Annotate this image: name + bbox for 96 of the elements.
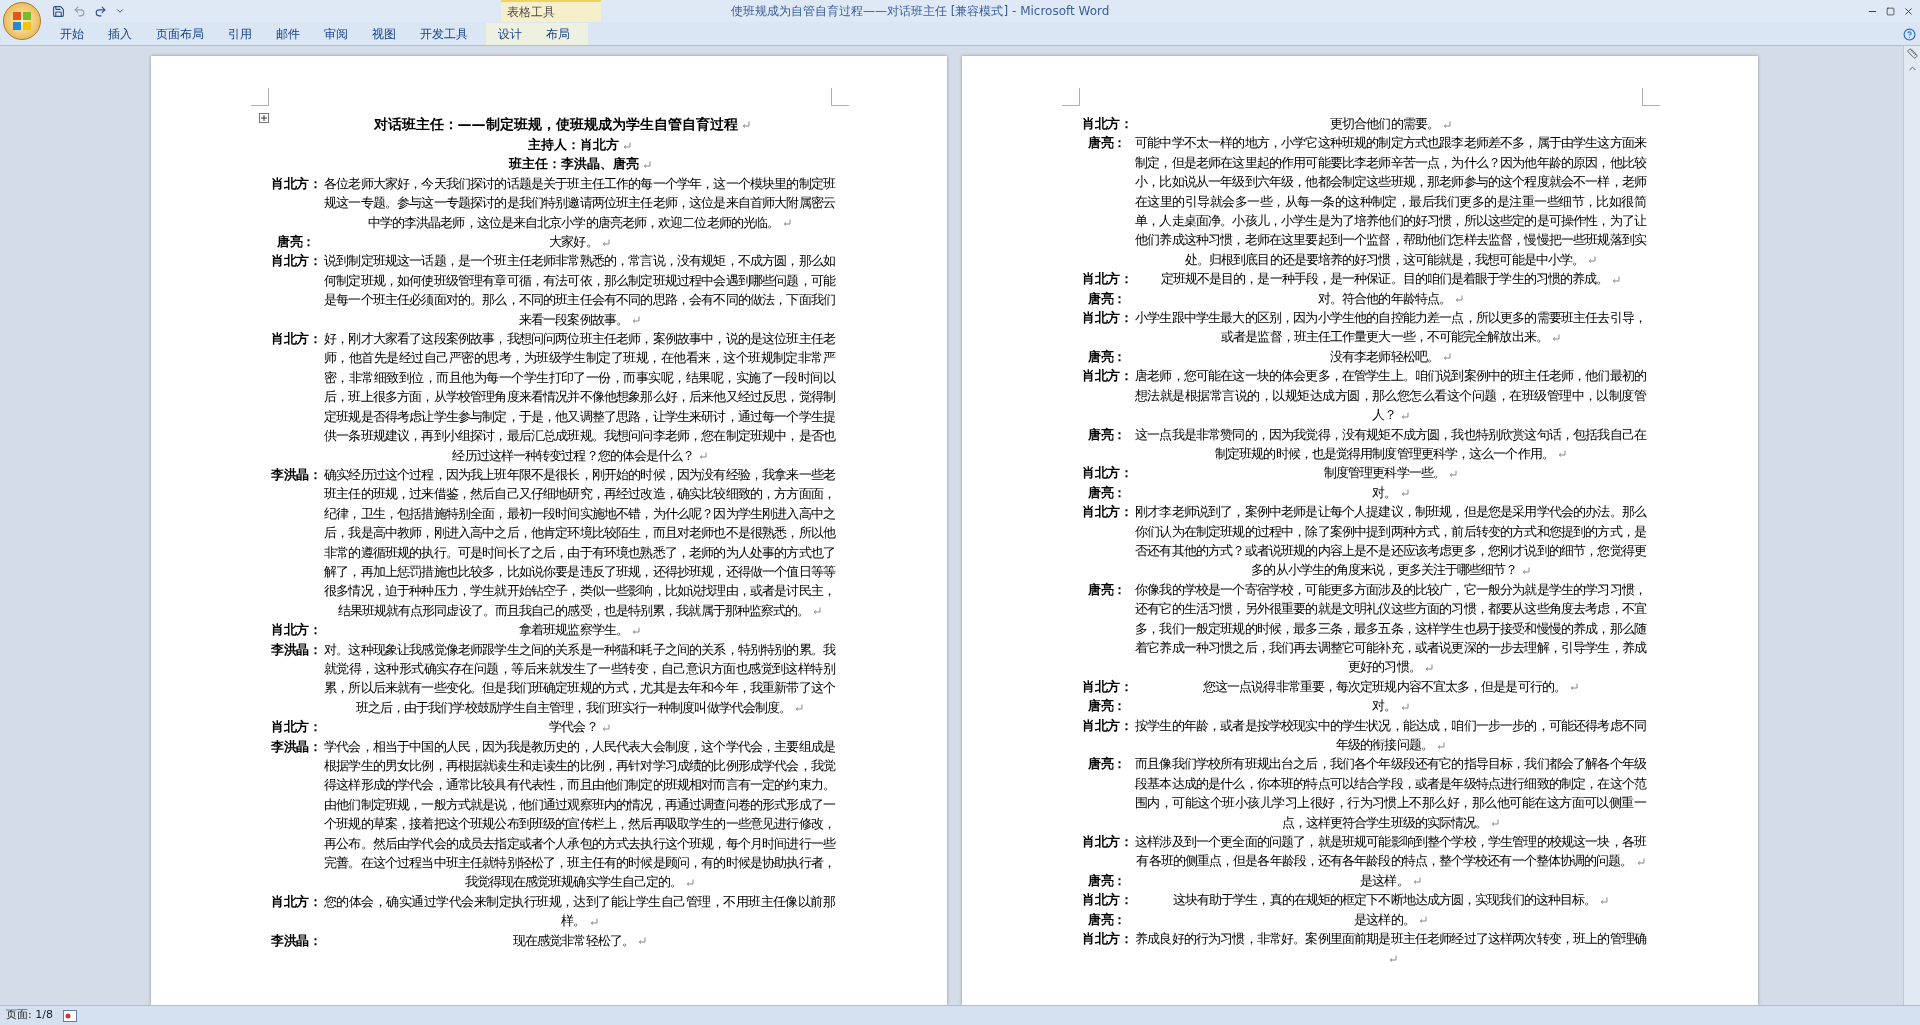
office-logo-icon: [12, 11, 32, 31]
redo-icon[interactable]: [94, 4, 107, 18]
dialogue-text: 您的体会，确实通过学代会来制定执行班规，达到了能让学生自己管理，不用班主任像以前那样。: [324, 892, 835, 931]
speaker-label: 唐亮：: [1087, 483, 1127, 502]
speaker-label: 李洪晶：: [270, 931, 322, 950]
vertical-scrollbar[interactable]: [1903, 46, 1920, 1005]
ribbon-tab[interactable]: 开发工具: [408, 23, 480, 45]
ribbon-tab[interactable]: 开始: [48, 23, 96, 45]
speaker-label: 唐亮：: [1087, 425, 1127, 444]
save-icon[interactable]: [52, 4, 65, 18]
speaker-label: 唐亮：: [1087, 871, 1127, 890]
dialogue-text: 是这样的。: [1135, 909, 1646, 930]
speaker-label: 肖北方：: [1081, 677, 1133, 696]
ribbon-tab[interactable]: 设计: [486, 23, 534, 45]
crop-mark: [251, 88, 269, 106]
dialogue-text: 对。这种现象让我感觉像老师跟学生之间的关系是一种猫和耗子之间的关系，特别特别的累。我就觉得，这种形式确实存在问题，等后来就发生了一些转变，自己意识方面也感觉到这样特别累，所以后来就有一些变化。但是我们班确定班规的方式，尤其是去年和今年，我重新带了这个班之后，由于我们学校鼓励学生自主管理，我们班实行一种制度叫做学代会制度。: [324, 640, 835, 717]
help-icon[interactable]: [1903, 28, 1916, 41]
speaker-label: 肖北方：: [1081, 115, 1133, 133]
speaker-label: 肖北方：: [1081, 716, 1133, 735]
macro-record-icon[interactable]: [62, 1009, 77, 1022]
speaker-label: 肖北方：: [1081, 833, 1133, 852]
speaker-label: 李洪晶：: [270, 737, 322, 756]
dialogue-text: 而且像我们学校所有班规出台之后，我们各个年级段还有它的指导目标，我们都会了解各个年级段基本达成的是什么，你本班的特点可以结合学段，或者是年级特点进行细致的制定，在这个范围内，可能这个班小孩儿学习上很好，行为习惯上不那么好，那么他可能在这方面可以侧重一点，这样更符合学生班级的实际情况。: [1135, 755, 1646, 832]
dialogue-text: 你像我的学校是一个寄宿学校，可能更多方面涉及的比较广，它一般分为就是学生的学习习惯，还有它的生活习惯，另外很重要的就是文明礼仪这些方面的习惯，都要从这些角度去考虑，不宜多，我们一般定班规的时候，最多三条，最多五条，这样学生也易于接受和慢慢的养成，那么随着它养成一种习惯之后，我们再去调整它可能补充，或者说更深的一步去理解，引导学生，养成更好的习惯。: [1135, 580, 1646, 677]
dialogue-text: 学代会？: [324, 717, 835, 737]
dialogue-text: 没有李老师轻松吧。: [1135, 346, 1646, 367]
dialogue-text: 对。: [1135, 696, 1646, 716]
close-icon[interactable]: [1903, 5, 1914, 17]
ribbon-tab[interactable]: 审阅: [312, 23, 360, 45]
speaker-label: 肖北方：: [1081, 309, 1133, 328]
document-subtitle: 主持人：肖北方: [324, 135, 835, 155]
speaker-label: 肖北方：: [270, 621, 322, 640]
dialogue-text: 大家好。: [324, 232, 835, 252]
table-move-handle-icon[interactable]: [259, 113, 269, 123]
dialogue-text: 养成良好的行为习惯，非常好。案例里面前期是班主任老师经过了这样两次转变，班上的管理确: [1135, 929, 1646, 968]
dialogue-text: 好，刚才大家看了这段案例故事，我想问问两位班主任老师，案例故事中，说的是这位班主任老师，他首先是经过自己严密的思考，为班级学生制定了班规，在他看来，这个班规制定非常严密，非常细致到位，而且他为每一个学生打印了一份，而事实呢，结果呢，实施了一段时间以后，班上很多方面，从学校管理角度来看情况并不像他想象那么好，后来他又经过反思，觉得制定班规是否得考虑让学生参与制定，于是，他又调整了思路，让学生来研讨，通过每一个学生提供一条班规建议，再到小组探讨，最后汇总成班规。我想问问李老师，您在制定班规中，是否也经历过这样一种转变过程？您的体会是什么？: [324, 330, 835, 465]
maximize-icon[interactable]: [1886, 6, 1895, 16]
document-subtitle: 班主任：李洪晶、唐亮: [324, 154, 835, 174]
speaker-label: 唐亮：: [1087, 697, 1127, 716]
ribbon-tab[interactable]: 插入: [96, 23, 144, 45]
speaker-label: 唐亮：: [1087, 289, 1127, 308]
ribbon-tab[interactable]: 邮件: [264, 23, 312, 45]
speaker-label: 唐亮：: [1087, 134, 1127, 153]
speaker-label: 肖北方：: [270, 330, 322, 349]
speaker-label: 肖北方：: [270, 892, 322, 911]
dialogue-text: 您这一点说得非常重要，每次定班规内容不宜太多，但是是可行的。: [1135, 676, 1646, 697]
speaker-label: 唐亮：: [1087, 910, 1127, 929]
dialogue-text: 对。: [1135, 482, 1646, 503]
speaker-label: 肖北方：: [1081, 891, 1133, 910]
dialogue-text: 唐老师，您可能在这一块的体会更多，在管学生上。咱们说到案例中的班主任老师，他们最初的想法就是根据常言说的，以规矩达成方圆，那么您怎么看这个问题，在班级管理中，以制度管人？: [1135, 367, 1646, 425]
dialogue-text: 是这样。: [1135, 870, 1646, 891]
dialogue-text: 学代会，相当于中国的人民，因为我是教历史的，人民代表大会制度，这个学代会，主要组成是根据学生的男女比例，再根据就读生和走读生的比例，再针对学习成绩的比例形成学代会，我觉得这样形成的学代会，通常比较具有代表性，而且由他们制定的班规相对而言有一定的约束力。由他们制定班规，一般方式就是说，他们通过观察班内的情况，再通过调查问卷的形式形成了一个班规的草案，接着把这个班规公布到班级的宣传栏上，然后再吸取学生的一些意见进行修改，再公布。然后由学代会的成员去指定或者个人承包的方式去执行这个班规，每个月时间进行一些完善。在这个过程当中班主任就特别轻松了，班主任有的时候是顾问，有的时候是协助执行者，我觉得现在感觉班规确实学生自己定的。: [324, 737, 835, 892]
ribbon-tab[interactable]: 视图: [360, 23, 408, 45]
ribbon-tab[interactable]: 页面布局: [144, 23, 216, 45]
window-title: 使班规成为自管自育过程——对话班主任 [兼容模式] - Microsoft Word: [731, 3, 1110, 20]
dialogue-text: 确实经历过这个过程，因为我上班年限不是很长，刚开始的时候，因为没有经验，我拿来一些老班主任的班规，过来借鉴，然后自己又仔细地研究，再经过改造，确实比较细致的，方方面面，纪律，卫生，包括措施特别全面，最初一段时间实施地不错，为什么呢？因为学生刚进入高中之后，我是高中教师，刚进入高中之后，他肯定环境比较陌生，而且对老师也不是很熟悉，所以他非常的遵循班规的执行。可是时间长了之后，由于有环境也熟悉了，老师的为人处事的方式也了解了，再加上惩罚措施也比较多，比如说你要是违反了班规，还得抄班规，还得做一个值日等等很多情况，迫于种种压力，学生就开始钻空子，类似一些影响，比如说找理由，或者是讨民主，结果班规就有点形同虚设了。而且我自己的感受，也是特别累，我就属于那种监察式的。: [324, 465, 835, 620]
speaker-label: 唐亮：: [1087, 755, 1127, 774]
speaker-label: 肖北方：: [1081, 503, 1133, 522]
dialogue-text: 定班规不是目的，是一种手段，是一种保证。目的咱们是着眼于学生的习惯的养成。: [1135, 269, 1646, 289]
speaker-label: 肖北方：: [1081, 930, 1133, 949]
dialogue-text: 对。符合他的年龄特点。: [1135, 288, 1646, 309]
ribbon-tab[interactable]: 布局: [534, 23, 582, 45]
speaker-label: 肖北方：: [270, 174, 322, 193]
dialogue-text: 制度管理更科学一些。: [1135, 463, 1646, 483]
dialogue-text: 拿着班规监察学生。: [324, 620, 835, 640]
crop-mark: [1062, 88, 1080, 106]
dialogue-text: 这一点我是非常赞同的，因为我觉得，没有规矩不成方圆，我也特别欣赏这句话，包括我自己在制定班规的时候，也是觉得用制度管理更科学，这么一个作用。: [1135, 425, 1646, 463]
dialogue-text: 更切合他们的需要。: [1135, 114, 1646, 134]
speaker-label: 肖北方：: [270, 252, 322, 271]
speaker-label: 李洪晶：: [270, 640, 322, 659]
ribbon-tab[interactable]: 引用: [216, 23, 264, 45]
dialogue-text: 现在感觉非常轻松了。: [324, 930, 835, 951]
speaker-label: 肖北方：: [1081, 367, 1133, 386]
speaker-label: 唐亮：: [1087, 347, 1127, 366]
crop-mark: [831, 88, 849, 106]
speaker-label: 李洪晶：: [270, 465, 322, 484]
dialogue-text: 小学生跟中学生最大的区别，因为小学生他的自控能力差一点，所以更多的需要班主任去引导，或者是监督，班主任工作量更大一些，不可能完全解放出来。: [1135, 309, 1646, 347]
office-button[interactable]: [3, 2, 41, 40]
speaker-label: 肖北方：: [1081, 464, 1133, 483]
dialogue-text: 可能中学不太一样的地方，小学它这种班规的制定方式也跟李老师差不多，属于由学生这方面来制定，但是老师在这里起的作用可能要比李老师辛苦一点，为什么？因为他年龄的原因，他比较小，比如说从一年级到六年级，他都会制定这些班规，那老师参与的这个程度就会不一样，老师在这里的引导就会多一些，从每一条的这种制定，最后我们更多的是注重一些细节，比如很简单，人走桌面净。小孩儿，小学生是为了培养他们的好习惯，所以这些定的是可操作性，为了让他们养成这种习惯，老师在这里要起到一个监督，帮助他们怎样去监督，慢慢把一些班规落到实处。归根到底目的还是要培养的好习惯，这可能就是，我想可能是中小学。: [1135, 134, 1646, 269]
dialogue-text: 各位老师大家好，今天我们探讨的话题是关于班主任工作的每一个学年，这一个模块里的制定班规这一专题。参与这一专题探讨的是我们特别邀请两位班主任老师，这位是来自首师大附属密云中学的李洪晶老师，这位是来自北京小学的唐亮老师，欢迎二位老师的光临。: [324, 174, 835, 232]
customize-toolbar-icon[interactable]: [115, 6, 125, 16]
contextual-group-label: 表格工具: [507, 4, 555, 21]
ruler-icon[interactable]: [1906, 48, 1918, 59]
speaker-label: 唐亮：: [1087, 580, 1127, 599]
speaker-label: 唐亮：: [276, 233, 316, 252]
speaker-label: 肖北方：: [1081, 270, 1133, 289]
crop-mark: [1642, 88, 1660, 106]
page-indicator[interactable]: 页面: 1/8: [6, 1007, 53, 1024]
dialogue-text: 这样涉及到一个更全面的问题了，就是班规可能影响到整个学校，学生管理的校规这一块，各班有各班的侧重点，但是各年龄段，还有各年龄段的特点，整个学校还有一个整体协调的问题。: [1135, 833, 1646, 871]
dialogue-text: 按学生的年龄，或者是按学校现实中的学生状况，能达成，咱们一步一步的，可能还得考虑不同年级的衔接问题。: [1135, 716, 1646, 754]
document-title: 对话班主任：——制定班规，使班规成为学生自管自育过程: [288, 114, 835, 135]
dialogue-text: 刚才李老师说到了，案例中老师是让每个人提建议，制班规，但是您是采用学代会的办法。那么你们认为在制定班规的过程中，除了案例中提到两种方式，前后转变的方式和您提到的方式，是否还有其他的方式？或者说班规的内容上是不是还应该考虑更多，您刚才说到的细节，您觉得更多的从小学生的角度来说，更多关注于哪些细节？: [1135, 503, 1646, 580]
dialogue-text: 这块有助于学生，真的在规矩的框定下不断地达成方圆，实现我们的这种目标。: [1135, 890, 1646, 910]
speaker-label: 肖北方：: [270, 718, 322, 737]
dialogue-text: 说到制定班规这一话题，是一个班主任老师非常熟悉的，常言说，没有规矩，不成方圆，那么如何制定班规，如何使班级管理有章可循，有法可依，那么制定班规过程中会遇到哪些问题，可能是每一个班主任必须面对的。那么，不同的班主任会有不同的思路，会有不同的做法，下面我们来看一段案例故事。: [324, 252, 835, 329]
